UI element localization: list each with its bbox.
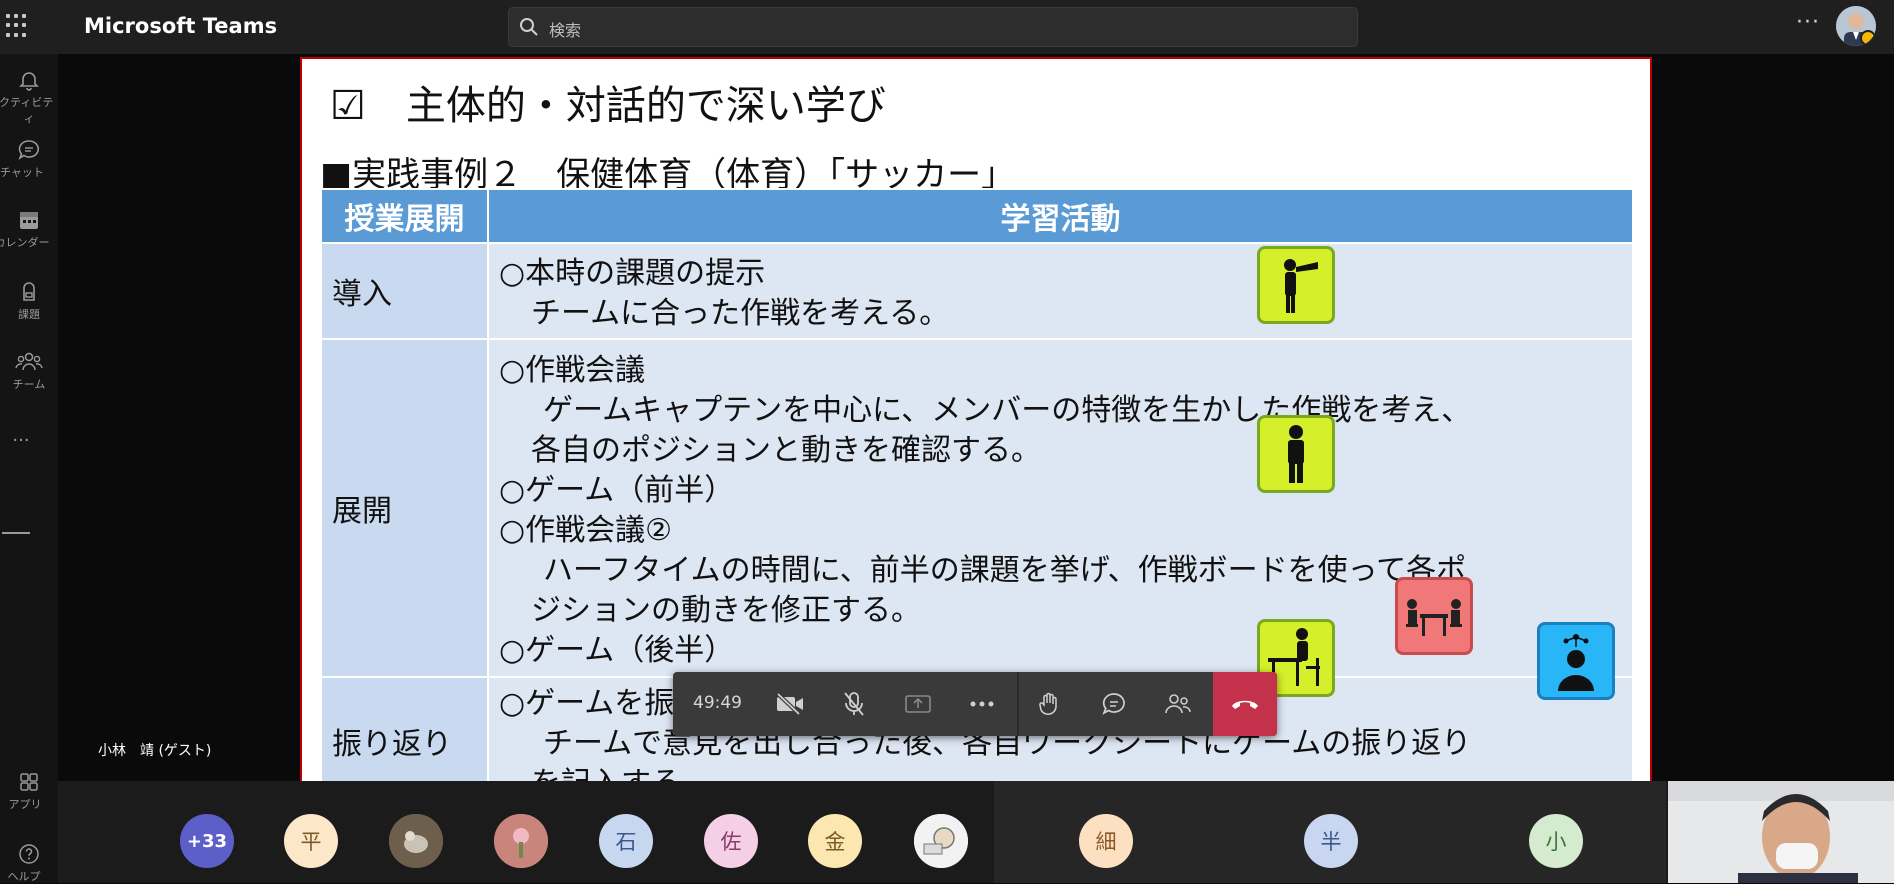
backpack-icon xyxy=(23,282,35,301)
apps-icon xyxy=(20,773,38,791)
avatar[interactable] xyxy=(914,814,968,868)
search-box[interactable]: 検索 xyxy=(508,7,1358,47)
table-row: 導入 ○本時の課題の提示 チームに合った作戦を考える。 xyxy=(320,242,1634,340)
activity-line: チームに合った作戦を考える。 xyxy=(531,296,950,331)
call-controls: 49:49 xyxy=(673,672,1277,736)
avatar[interactable]: 佐 xyxy=(704,814,758,868)
rail-divider xyxy=(2,532,30,534)
share-screen-button[interactable] xyxy=(887,672,949,736)
participant-video[interactable] xyxy=(1668,781,1894,883)
search-placeholder: 検索 xyxy=(549,21,582,40)
more-options-icon[interactable]: ··· xyxy=(1796,10,1820,35)
rail-item-help[interactable]: ヘルプ xyxy=(0,842,58,884)
activity-line: ○作戦会議② xyxy=(499,513,673,548)
avatar[interactable] xyxy=(494,814,548,868)
activity-line: ○作戦会議 xyxy=(499,353,646,388)
mic-off-icon xyxy=(844,692,864,716)
calendar-icon xyxy=(20,212,38,229)
activity-line: ○本時の課題の提示 xyxy=(499,256,766,291)
more-actions-button[interactable] xyxy=(951,672,1013,736)
telescope-person-icon xyxy=(1257,246,1335,324)
participants-button[interactable] xyxy=(1147,672,1209,736)
rail-item-calendar[interactable]: カレンダー xyxy=(0,208,58,250)
rail-label: カレンダー xyxy=(0,236,50,249)
phase-cell: 導入 xyxy=(320,242,489,340)
activity-line: 各自のポジションと動きを確認する。 xyxy=(531,433,1041,468)
avatar[interactable]: 細 xyxy=(1079,814,1133,868)
phase-cell: 振り返り xyxy=(320,676,489,781)
hang-up-icon xyxy=(1232,700,1258,709)
rail-item-assignments[interactable]: 課題 xyxy=(0,280,58,322)
rail-item-chat[interactable]: チャット xyxy=(0,138,58,180)
app-title: Microsoft Teams xyxy=(84,14,278,38)
camera-off-button[interactable] xyxy=(759,672,821,736)
raise-hand-icon xyxy=(1039,692,1057,715)
avatar[interactable] xyxy=(389,814,443,868)
rail-label: チーム xyxy=(12,378,46,391)
rail-item-teams[interactable]: チーム xyxy=(0,350,58,392)
rail-label: チャット xyxy=(0,166,44,179)
mic-off-button[interactable] xyxy=(823,672,885,736)
call-timer: 49:49 xyxy=(693,693,742,713)
rail-item-apps[interactable]: アプリ xyxy=(0,770,58,812)
left-rail: アクティビティ チャット カレンダー 課題 チーム ··· アプリ ヘルプ xyxy=(0,54,58,883)
rail-item-activity[interactable]: アクティビティ xyxy=(0,68,58,126)
rail-label: アクティビティ xyxy=(0,96,54,125)
rail-label: 課題 xyxy=(18,308,40,321)
activity-line: ゲームキャプテンを中心に、メンバーの特徴を生かした作戦を考え、 xyxy=(543,393,1472,428)
profile-avatar[interactable] xyxy=(1836,6,1876,46)
top-bar: Microsoft Teams 検索 ··· xyxy=(0,0,1894,54)
slide-title: ☑ 主体的・対話的で深い学び xyxy=(330,83,886,129)
camera-off-icon xyxy=(776,692,803,716)
chat-button[interactable] xyxy=(1083,672,1145,736)
chat-icon xyxy=(18,140,40,160)
app-launcher-icon[interactable] xyxy=(6,14,30,38)
help-icon xyxy=(19,844,39,864)
activity-line: を記入する。 xyxy=(499,764,1622,781)
rail-label: ヘルプ xyxy=(7,870,41,883)
teams-icon xyxy=(15,352,43,371)
activity-line: ○ゲーム（前半） xyxy=(499,473,735,508)
avatar[interactable]: 石 xyxy=(599,814,653,868)
share-screen-icon xyxy=(905,695,931,713)
avatar[interactable]: 小 xyxy=(1529,814,1583,868)
avatar[interactable]: 金 xyxy=(808,814,862,868)
search-icon xyxy=(520,18,538,36)
more-icon xyxy=(970,701,994,707)
standing-person-icon xyxy=(1257,415,1335,493)
status-badge xyxy=(1860,30,1876,46)
table-header: 授業展開 xyxy=(320,188,489,244)
avatar[interactable]: 平 xyxy=(284,814,338,868)
participants-icon xyxy=(1165,694,1191,714)
activity-cell: ○本時の課題の提示 チームに合った作戦を考える。 xyxy=(487,242,1634,340)
self-video-name: 小林 靖 (ゲスト) xyxy=(98,743,212,759)
avatar[interactable]: 半 xyxy=(1304,814,1358,868)
chat-icon xyxy=(1102,693,1125,715)
bell-icon xyxy=(19,72,39,91)
table-header: 学習活動 xyxy=(487,188,1634,244)
discussion-table-icon xyxy=(1395,577,1473,655)
rail-label: アプリ xyxy=(8,798,42,811)
thinking-person-icon xyxy=(1537,622,1615,700)
more-participants-button[interactable]: +33 xyxy=(180,814,234,868)
leave-call-button[interactable] xyxy=(1213,672,1277,736)
raise-hand-button[interactable] xyxy=(1019,672,1081,736)
rail-more-icon[interactable]: ··· xyxy=(0,430,50,451)
phase-cell: 展開 xyxy=(320,338,489,678)
